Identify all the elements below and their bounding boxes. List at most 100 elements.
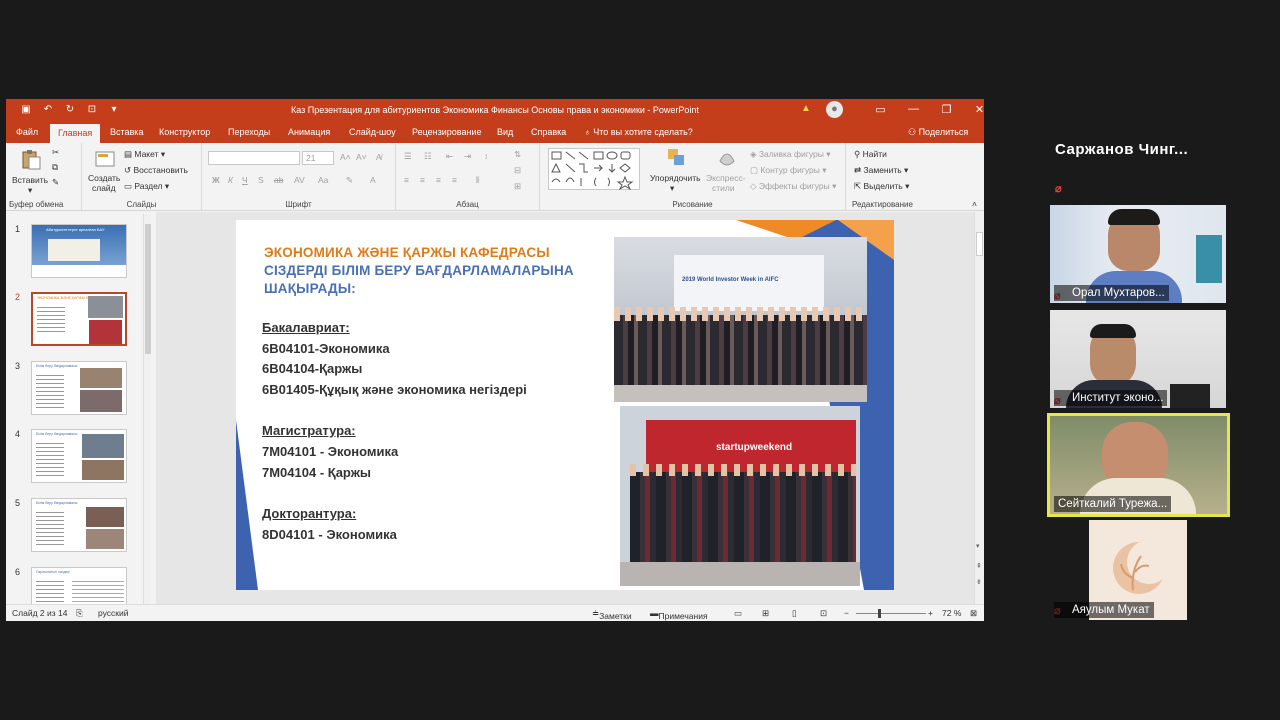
shrink-font-icon[interactable]: A˅ xyxy=(356,152,367,162)
slide-sorter-icon[interactable]: ⊞ xyxy=(762,608,769,619)
reset-button[interactable]: ↺ Восстановить xyxy=(124,165,188,176)
slide-thumbnail-5[interactable]: Білім беру бағдарламасы xyxy=(31,498,127,552)
fit-slide-icon[interactable]: ⊠ xyxy=(970,608,977,619)
slide-thumbnail-3[interactable]: Білім беру бағдарламасы xyxy=(31,361,127,415)
grow-font-icon[interactable]: A˄ xyxy=(340,152,351,162)
language-label[interactable]: русский xyxy=(98,608,129,618)
slide-thumbnail-4[interactable]: Білім беру бағдарламасы xyxy=(31,429,127,483)
paste-label[interactable]: Вставить xyxy=(12,175,48,185)
participant-tile[interactable]: ⌀ Аяулым Мукат xyxy=(1050,520,1226,620)
warning-icon[interactable]: ▲ xyxy=(801,103,813,115)
line-spacing-icon[interactable]: ↕ xyxy=(484,151,488,161)
quick-styles-label-1[interactable]: Экспресс- xyxy=(706,173,746,183)
share-button[interactable]: ⚇ Поделиться xyxy=(908,127,968,138)
font-size-combo[interactable]: 21 xyxy=(302,151,334,165)
decrease-indent-icon[interactable]: ⇤ xyxy=(446,151,453,162)
shape-fill-button[interactable]: ◈ Заливка фигуры ▾ xyxy=(750,149,830,160)
align-left-icon[interactable]: ≡ xyxy=(404,175,409,185)
tab-slideshow[interactable]: Слайд-шоу xyxy=(349,127,396,137)
spellcheck-icon[interactable]: ⎘ xyxy=(76,608,83,619)
shadow-button[interactable]: S xyxy=(258,175,264,185)
next-slide-icon[interactable]: ⇟ xyxy=(976,578,982,586)
current-slide[interactable]: ЭКОНОМИКА ЖӘНЕ ҚАРЖЫ КАФЕДРАСЫ СІЗДЕРДІ … xyxy=(236,220,894,590)
reading-view-icon[interactable]: ▯ xyxy=(792,608,797,619)
tab-home[interactable]: Главная xyxy=(50,124,101,143)
layout-button[interactable]: ▤ Макет ▾ xyxy=(124,149,165,160)
shape-outline-button[interactable]: ▢ Контур фигуры ▾ xyxy=(750,165,827,176)
replace-button[interactable]: ⇄ Заменить ▾ xyxy=(854,165,908,176)
numbering-icon[interactable]: ☷ xyxy=(424,151,432,162)
arrange-dropdown-icon[interactable]: ▾ xyxy=(670,183,674,194)
highlight-icon[interactable]: ✎ xyxy=(346,175,353,186)
slide-thumbnail-6[interactable]: Оқытылатын пәндер xyxy=(31,567,127,604)
spacing-button[interactable]: AV xyxy=(294,175,305,185)
tell-me-box[interactable]: ♁ Что вы хотите сделать? xyxy=(584,127,693,137)
strikethrough-button[interactable]: ab xyxy=(274,175,283,185)
ribbon-display-icon[interactable]: ▭ xyxy=(864,103,897,116)
arrange-icon[interactable] xyxy=(666,147,688,169)
close-icon[interactable]: ✕ xyxy=(963,103,984,116)
zoom-in-icon[interactable]: + xyxy=(928,608,933,618)
thumbnails-scrollbar[interactable] xyxy=(143,214,151,604)
tab-help[interactable]: Справка xyxy=(531,127,566,137)
shapes-gallery-icon[interactable] xyxy=(548,148,640,190)
tab-file[interactable]: Файл xyxy=(16,127,38,137)
minimize-icon[interactable]: — xyxy=(897,103,930,116)
paste-icon[interactable] xyxy=(20,149,42,171)
new-slide-label-1[interactable]: Создать xyxy=(88,173,120,183)
new-slide-icon[interactable] xyxy=(94,148,116,170)
slide-scrollbar[interactable]: ▾ ⇞ ⇟ xyxy=(974,212,984,604)
cut-icon[interactable]: ✂ xyxy=(52,147,59,158)
tab-animations[interactable]: Анимация xyxy=(288,127,330,137)
clear-format-icon[interactable]: A̸ xyxy=(376,152,382,162)
tab-view[interactable]: Вид xyxy=(497,127,513,137)
zoom-slider[interactable] xyxy=(856,613,926,614)
underline-button[interactable]: Ч xyxy=(242,175,248,185)
bold-button[interactable]: Ж xyxy=(212,175,220,185)
arrange-label[interactable]: Упорядочить xyxy=(650,173,701,183)
tab-design[interactable]: Конструктор xyxy=(159,127,210,137)
participant-tile-active-speaker[interactable]: Сейткалий Турежа... xyxy=(1047,413,1230,517)
align-center-icon[interactable]: ≡ xyxy=(420,175,425,185)
align-right-icon[interactable]: ≡ xyxy=(436,175,441,185)
normal-view-icon[interactable]: ▭ xyxy=(734,608,742,619)
columns-icon[interactable]: ⫴ xyxy=(476,175,480,186)
participant-tile[interactable]: ⌀ Институт эконо... xyxy=(1050,310,1226,408)
participant-tile[interactable]: ⌀ Орал Мухтаров... xyxy=(1050,205,1226,303)
new-slide-label-2[interactable]: слайд xyxy=(92,183,116,193)
select-button[interactable]: ⇱ Выделить ▾ xyxy=(854,181,909,192)
slide-thumbnail-1[interactable]: Абитуриенттерге арналған БАУ xyxy=(31,224,127,278)
justify-icon[interactable]: ≡ xyxy=(452,175,457,185)
font-family-combo[interactable] xyxy=(208,151,300,165)
quick-styles-icon[interactable] xyxy=(716,147,738,169)
bullets-icon[interactable]: ☰ xyxy=(404,151,412,162)
smartart-icon[interactable]: ⊞ xyxy=(514,181,521,192)
font-color-icon[interactable]: A xyxy=(370,175,376,185)
slide-thumbnail-2[interactable]: ЭКОНОМИКА ЖӘНЕ ҚАРЖЫ КАФЕДРАСЫ xyxy=(31,292,127,346)
maximize-icon[interactable]: ❐ xyxy=(930,103,963,116)
zoom-level[interactable]: 72 % xyxy=(942,608,961,618)
comments-button[interactable]: ▬ Примечания xyxy=(650,608,708,621)
prev-slide-icon[interactable]: ⇞ xyxy=(976,562,982,570)
find-button[interactable]: ⚲ Найти xyxy=(854,149,887,160)
copy-icon[interactable]: ⧉ xyxy=(52,162,58,173)
italic-button[interactable]: К xyxy=(228,175,233,185)
account-icon[interactable]: ● xyxy=(826,101,843,118)
zoom-slider-thumb[interactable] xyxy=(878,609,881,618)
slide-scroll-thumb[interactable] xyxy=(976,232,983,256)
tab-review[interactable]: Рецензирование xyxy=(412,127,482,137)
increase-indent-icon[interactable]: ⇥ xyxy=(464,151,471,162)
section-button[interactable]: ▭ Раздел ▾ xyxy=(124,181,169,192)
tab-transitions[interactable]: Переходы xyxy=(228,127,270,137)
change-case-button[interactable]: Aa xyxy=(318,175,328,185)
format-painter-icon[interactable]: ✎ xyxy=(52,177,59,188)
quick-styles-label-2[interactable]: стили xyxy=(712,183,735,193)
thumbnails-scroll-thumb[interactable] xyxy=(145,224,151,354)
notes-button[interactable]: ≐ Заметки xyxy=(592,608,632,621)
scroll-down-icon[interactable]: ▾ xyxy=(976,542,980,550)
slideshow-view-icon[interactable]: ⊡ xyxy=(820,608,827,619)
paste-dropdown-icon[interactable]: ▾ xyxy=(28,185,32,196)
text-direction-icon[interactable]: ⇅ xyxy=(514,149,521,160)
align-text-icon[interactable]: ⊟ xyxy=(514,165,521,176)
tab-insert[interactable]: Вставка xyxy=(110,127,143,137)
